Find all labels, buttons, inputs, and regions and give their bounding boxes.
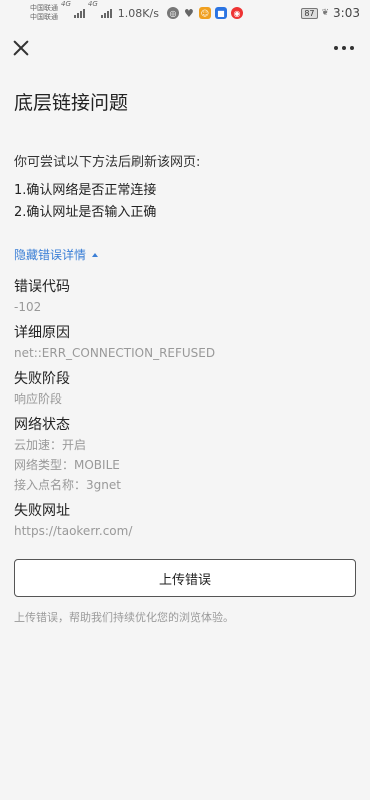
suggestion-item: 1.确认网络是否正常连接	[14, 183, 157, 198]
carrier-1: 中国联通	[30, 4, 58, 12]
network-type-1: 4G	[61, 0, 71, 8]
page-title: 底层链接问题	[14, 92, 129, 114]
carrier-labels: 中国联通 中国联通	[30, 4, 58, 22]
failed-url-value: https://taokerr.com/	[14, 524, 133, 538]
power-save-icon: ❦	[321, 8, 330, 18]
news-icon: ■	[214, 7, 227, 19]
notification-icons: ◎ ♥ ☺ ■ ◉	[166, 6, 243, 20]
stage-value: 响应阶段	[14, 392, 63, 406]
reason-label: 详细原因	[14, 325, 70, 341]
caret-up-icon	[92, 252, 99, 257]
hide-details-toggle[interactable]: 隐藏错误详情	[14, 246, 356, 263]
failed-url-label: 失败网址	[14, 503, 70, 519]
battery-icon: 87	[301, 7, 318, 19]
network-type-2: 4G	[87, 0, 98, 8]
close-icon[interactable]	[12, 39, 30, 57]
taobao-icon: ☺	[198, 7, 211, 19]
clock: 3:03	[333, 6, 360, 20]
error-page: 底层链接问题 你可尝试以下方法后刷新该网页: 1.确认网络是否正常连接 2.确认…	[0, 88, 370, 625]
suggestion-heading: 你可尝试以下方法后刷新该网页:	[14, 155, 201, 170]
signal-icon	[73, 8, 85, 18]
more-icon[interactable]	[330, 42, 358, 54]
network-speed: 1.08K/s	[117, 6, 159, 20]
network-type: 网络类型：MOBILE	[14, 458, 120, 472]
health-icon: ♥	[184, 6, 194, 20]
network-acceleration: 云加速：开启	[14, 438, 87, 452]
network-status-label: 网络状态	[14, 417, 70, 433]
error-code-label: 错误代码	[14, 279, 70, 295]
upload-hint: 上传错误，帮助我们持续优化您的浏览体验。	[14, 611, 234, 624]
stage-label: 失败阶段	[14, 371, 70, 387]
status-bar: 中国联通 中国联通 4G 4G 1.08K/s ◎ ♥ ☺ ■ ◉ 87 ❦ 3…	[0, 0, 370, 26]
suggestion-item: 2.确认网址是否输入正确	[14, 205, 157, 220]
carrier-2: 中国联通	[30, 13, 58, 21]
weibo-icon: ◎	[166, 7, 179, 19]
signal-icon-2	[100, 8, 112, 18]
error-code-value: -102	[14, 300, 42, 314]
toggle-label: 隐藏错误详情	[14, 248, 87, 262]
netease-icon: ◉	[230, 7, 243, 19]
suggestion-list: 1.确认网络是否正常连接 2.确认网址是否输入正确	[14, 180, 356, 224]
error-details: 错误代码 -102 详细原因 net::ERR_CONNECTION_REFUS…	[14, 277, 356, 541]
upload-error-button[interactable]: 上传错误	[14, 559, 356, 597]
reason-value: net::ERR_CONNECTION_REFUSED	[14, 346, 216, 360]
top-bar	[0, 26, 370, 70]
access-point-name: 接入点名称：3gnet	[14, 478, 121, 492]
